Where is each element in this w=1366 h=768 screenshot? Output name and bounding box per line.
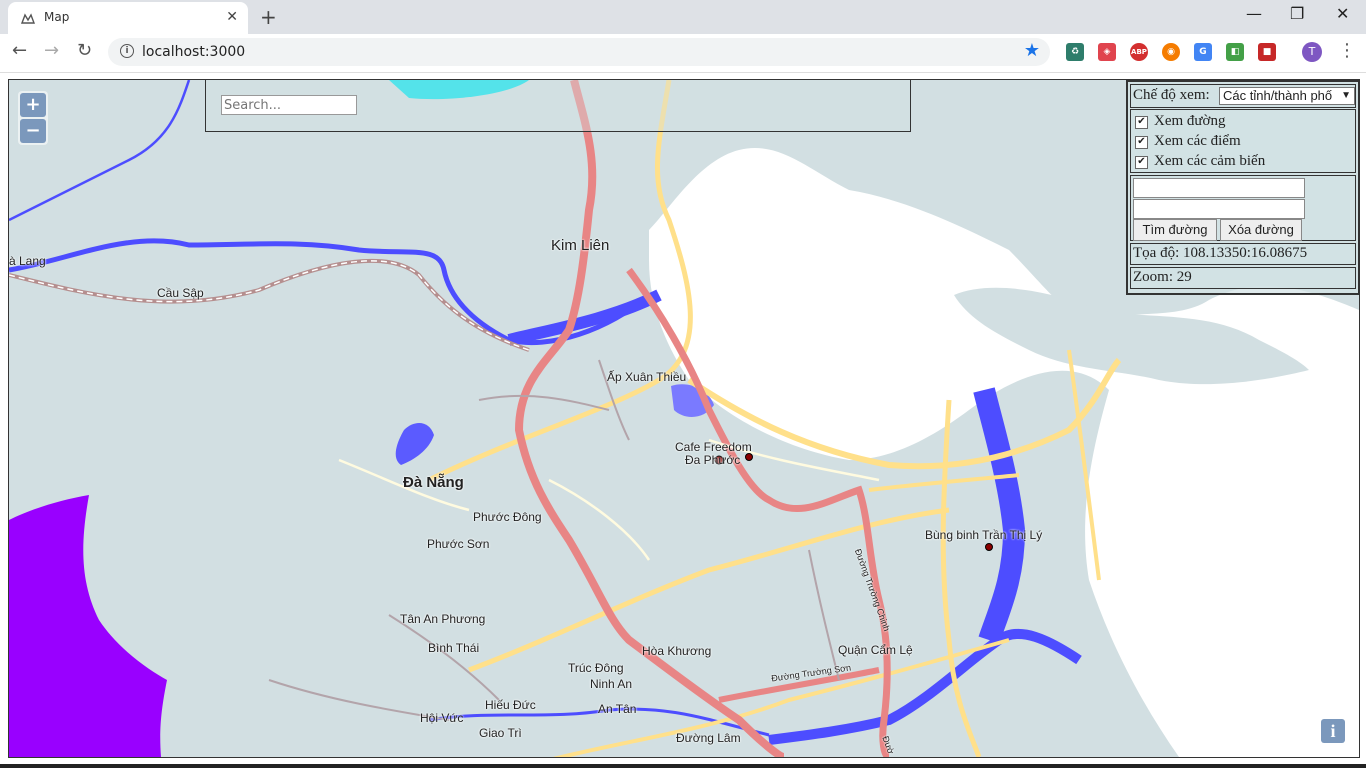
bookmark-star-icon[interactable]: ★	[1024, 40, 1040, 61]
search-input[interactable]	[221, 95, 357, 115]
view-mode-select[interactable]: Các tỉnh/thành phố ▼	[1219, 87, 1355, 105]
browser-toolbar: ← → ↻ i localhost:3000 ★ ♻ ◈ ABP ◉ G ◧ ■…	[0, 34, 1366, 73]
label-truc-dong: Trúc Đông	[568, 661, 624, 675]
view-mode-value: Các tỉnh/thành phố	[1223, 88, 1333, 103]
minimize-button[interactable]: —	[1246, 4, 1262, 23]
route-start-input[interactable]	[1133, 178, 1305, 198]
label-hoi-vuc: Hội Vức	[420, 711, 464, 725]
label-a-lang: à Lang	[9, 254, 46, 268]
checkbox-points-label: Xem các điểm	[1154, 133, 1241, 149]
red-extension-icon[interactable]: ■	[1258, 43, 1276, 61]
checkbox-sensors-label: Xem các cảm biến	[1154, 153, 1266, 169]
checkbox-points[interactable]: ✔	[1135, 136, 1148, 149]
map-canvas[interactable]: Kim Liên à Lang Cầu Sập Ấp Xuân Thiều Ca…	[8, 79, 1360, 758]
label-duong-lam: Đường Lâm	[676, 731, 741, 745]
label-binh-thai: Bình Thái	[428, 641, 480, 655]
zoom-label: Zoom: 29	[1133, 269, 1192, 285]
browser-title-bar: Map ✕ + — ❐ ✕	[0, 0, 1366, 34]
map-favicon-icon	[20, 13, 36, 24]
label-kim-lien: Kim Liên	[551, 237, 610, 254]
coords-box: Tọa độ: 108.13350:16.08675	[1130, 243, 1356, 265]
layer-options-box: ✔ Xem đường ✔ Xem các điểm ✔ Xem các cảm bi…	[1130, 109, 1356, 173]
recycle-icon[interactable]: ♻	[1066, 43, 1084, 61]
label-an-tan: An Tân	[598, 702, 637, 716]
route-box: Tìm đường Xóa đường	[1130, 175, 1356, 241]
zoom-out-button[interactable]: −	[20, 119, 46, 143]
zoom-in-button[interactable]: +	[20, 93, 46, 117]
checkbox-sensors[interactable]: ✔	[1135, 156, 1148, 169]
address-bar[interactable]: i localhost:3000 ★	[108, 38, 1050, 66]
label-da-phuoc: Đa Phước	[685, 453, 741, 467]
browser-menu-icon[interactable]: ⋮	[1338, 40, 1356, 61]
close-window-button[interactable]: ✕	[1336, 4, 1349, 23]
label-tan-an-phuong: Tân An Phương	[400, 612, 486, 626]
reload-button[interactable]: ↻	[77, 40, 92, 61]
abp-icon[interactable]: ABP	[1130, 43, 1148, 61]
search-panel	[205, 80, 911, 132]
chevron-down-icon: ▼	[1341, 90, 1351, 101]
view-mode-box: Chế độ xem: Các tỉnh/thành phố ▼	[1130, 84, 1356, 108]
browser-tab[interactable]: Map ✕	[8, 2, 248, 34]
label-quan-cam-le: Quận Cẩm Lệ	[838, 643, 913, 657]
label-bung-binh: Bùng binh Trần Thị Lý	[925, 528, 1043, 542]
translate-icon[interactable]: G	[1194, 43, 1212, 61]
tab-title: Map	[44, 10, 70, 24]
checkbox-roads-label: Xem đường	[1154, 113, 1226, 129]
new-tab-button[interactable]: +	[260, 5, 277, 29]
label-ninh-an: Ninh An	[590, 677, 633, 691]
forward-button[interactable]: →	[44, 40, 59, 61]
clear-route-button[interactable]: Xóa đường	[1220, 219, 1302, 241]
label-da-nang: Đà Nẵng	[403, 474, 464, 491]
label-ap-xuan-thieu: Ấp Xuân Thiều	[607, 370, 687, 384]
checkbox-row-roads[interactable]: ✔ Xem đường	[1135, 113, 1225, 133]
label-hoa-khuong: Hòa Khương	[642, 644, 712, 658]
checkbox-roads[interactable]: ✔	[1135, 116, 1148, 129]
bottom-edge	[0, 764, 1366, 768]
label-cafe-freedom: Cafe Freedom	[675, 440, 752, 454]
back-button[interactable]: ←	[12, 40, 27, 61]
label-phuoc-dong: Phước Đông	[473, 510, 542, 524]
profile-avatar[interactable]: T	[1302, 42, 1322, 62]
zoom-box: Zoom: 29	[1130, 267, 1356, 289]
label-giao-tri: Giao Trì	[479, 726, 522, 740]
checkbox-row-sensors[interactable]: ✔ Xem các cảm biến	[1135, 153, 1265, 173]
orange-extension-icon[interactable]: ◉	[1162, 43, 1180, 61]
info-button[interactable]: i	[1321, 719, 1345, 743]
route-end-input[interactable]	[1133, 199, 1305, 219]
zoom-control: + −	[18, 91, 48, 145]
label-hieu-duc: Hiếu Đức	[485, 698, 536, 712]
maximize-button[interactable]: ❐	[1290, 4, 1304, 23]
control-panel: Chế độ xem: Các tỉnh/thành phố ▼ ✔ Xem đư…	[1126, 80, 1359, 295]
checkbox-row-points[interactable]: ✔ Xem các điểm	[1135, 133, 1241, 153]
site-info-icon[interactable]: i	[120, 44, 134, 58]
find-route-button[interactable]: Tìm đường	[1133, 219, 1217, 241]
label-cau-sap: Cầu Sập	[157, 286, 204, 300]
tab-close-icon[interactable]: ✕	[226, 9, 238, 25]
coords-label: Tọa độ: 108.13350:16.08675	[1133, 245, 1308, 261]
shield-icon[interactable]: ◈	[1098, 43, 1116, 61]
green-extension-icon[interactable]: ◧	[1226, 43, 1244, 61]
view-mode-label: Chế độ xem:	[1133, 87, 1210, 103]
label-phuoc-son: Phước Sơn	[427, 537, 490, 551]
url-text[interactable]: localhost:3000	[142, 44, 245, 60]
